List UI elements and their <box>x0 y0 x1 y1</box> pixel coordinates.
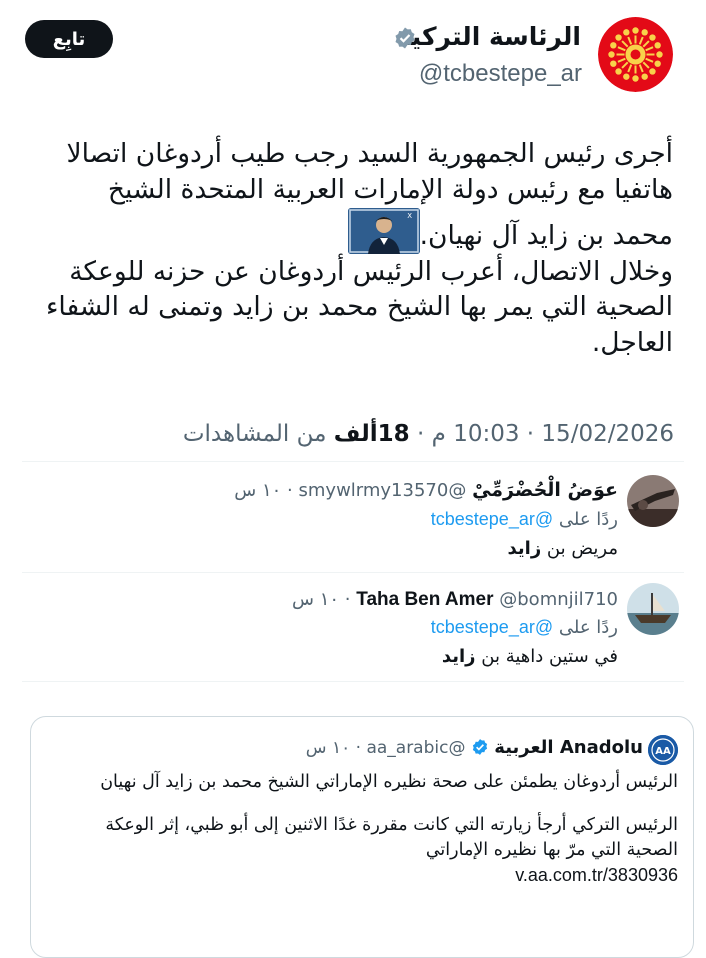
divider <box>22 461 684 462</box>
seal-star <box>623 29 630 36</box>
seal-star <box>615 68 622 75</box>
meta-separator: · <box>344 589 351 610</box>
avatar-text: AA <box>655 746 671 757</box>
reply-time[interactable]: ١٠ س <box>234 480 281 501</box>
tweet-time[interactable]: 10:03 م <box>432 421 520 447</box>
tweet-date[interactable]: 15/02/2026 <box>541 421 674 447</box>
verified-badge-icon <box>472 739 487 755</box>
tweet-line: العاجل. <box>591 327 673 359</box>
quoted-line: الرئيس أردوغان يطمئن على صحة نظيره الإما… <box>100 772 678 792</box>
reply-text-bold: زايد <box>507 538 542 559</box>
replying-to: ردًا على @tcbestepe_ar <box>431 509 618 530</box>
reply-time[interactable]: ١٠ س <box>292 589 339 610</box>
seal-star <box>615 34 622 41</box>
reply-author-name[interactable]: Taha Ben Amer <box>356 589 493 610</box>
reply-author-handle[interactable]: @bomnjil710 <box>499 589 618 610</box>
seal-star <box>649 68 656 75</box>
author-handle[interactable]: @tcbestepe_ar <box>419 60 582 88</box>
meta-separator: · <box>287 480 293 501</box>
quoted-link[interactable]: v.aa.com.tr/3830936 <box>38 863 678 888</box>
reply-text-bold: زايد <box>441 646 476 667</box>
reply-text: في ستين داهية بن زايد <box>442 646 618 667</box>
reply-text-plain: مريض بن <box>541 538 618 559</box>
quoted-line: الصحية التي مرّ بها نظيره الإماراتي <box>425 840 678 860</box>
seal-star <box>649 34 656 41</box>
quoted-tweet-text: الرئيس أردوغان يطمئن على صحة نظيره الإما… <box>38 770 678 888</box>
tweet-line: أجرى رئيس الجمهورية السيد رجب طيب أردوغا… <box>66 138 673 169</box>
tweet-text: أجرى رئيس الجمهورية السيد رجب طيب أردوغا… <box>13 136 673 361</box>
meta-separator: · <box>526 421 535 447</box>
tweet-line: محمد بن زايد آل نهيان. <box>419 219 673 251</box>
verified-badge-icon <box>393 26 417 54</box>
replying-to-label: ردًا على <box>558 617 618 638</box>
reply-author-handle[interactable]: @smywlrmy13570 <box>299 480 467 501</box>
meta-separator: · <box>355 738 362 758</box>
author-name[interactable]: الرئاسة التركية <box>397 22 581 51</box>
replying-to-handle[interactable]: @tcbestepe_ar <box>431 509 553 529</box>
anadolu-logo-icon: AA <box>648 735 678 765</box>
reply-avatar[interactable] <box>627 583 679 635</box>
views-count: 18ألف <box>333 421 410 447</box>
reply-header: عوَضُ الْحُضْرَمِّيْ @smywlrmy13570 · ١٠… <box>234 479 618 501</box>
quoted-tweet-time[interactable]: ١٠ س <box>306 738 350 758</box>
seal-star <box>608 51 615 58</box>
reply-header: Taha Ben Amer @bomnjil710 · ١٠ س <box>292 589 618 611</box>
replying-to: ردًا على @tcbestepe_ar <box>431 617 618 638</box>
seal-star <box>610 42 617 49</box>
quoted-author-avatar[interactable]: AA <box>648 735 678 765</box>
divider <box>22 681 684 682</box>
avatar-image <box>627 583 679 635</box>
follow-button[interactable]: تابِع <box>25 20 113 58</box>
seal-star <box>641 73 648 80</box>
presidential-seal-icon <box>598 17 673 92</box>
seal-star <box>656 51 663 58</box>
avatar-image <box>627 475 679 527</box>
views-label: من المشاهدات <box>182 421 327 447</box>
tweet-meta: 15/02/2026 · 10:03 م · 18ألف من المشاهدا… <box>183 421 674 447</box>
divider <box>22 572 684 573</box>
seal-star <box>641 29 648 36</box>
seal-star <box>610 60 617 67</box>
reply-author-name[interactable]: عوَضُ الْحُضْرَمِّيْ <box>472 479 618 501</box>
seal-star <box>654 42 661 49</box>
author-avatar[interactable] <box>598 17 673 92</box>
seal-star <box>623 73 630 80</box>
reply-text: مريض بن زايد <box>508 538 619 559</box>
tweet-line: الصحية التي يمر بها الشيخ محمد بن زايد و… <box>45 291 673 323</box>
reply-text-plain: في ستين داهية بن <box>475 646 618 667</box>
svg-text:X: X <box>407 212 412 220</box>
meta-separator: · <box>417 421 425 447</box>
quoted-author-handle[interactable]: @aa_arabic <box>366 738 465 758</box>
tweet-line: وخلال الاتصال، أعرب الرئيس أردوغان عن حز… <box>69 255 673 287</box>
quoted-author-name[interactable]: Anadolu العربية <box>494 737 643 758</box>
seal-star <box>632 75 639 82</box>
seal-star <box>654 60 661 67</box>
tweet-line: هاتفيا مع رئيس دولة الإمارات العربية الم… <box>107 173 673 205</box>
tweet-line-with-flag: محمد بن زايد آل نهيان. X <box>13 207 673 254</box>
replying-to-handle[interactable]: @tcbestepe_ar <box>431 617 553 637</box>
replying-to-label: ردًا على <box>558 509 618 530</box>
reply-avatar[interactable] <box>627 475 679 527</box>
portrait-emoji-icon: X <box>347 207 420 254</box>
quoted-tweet-header: Anadolu العربية @aa_arabic · ١٠ س <box>306 737 643 758</box>
seal-star <box>632 27 639 34</box>
quoted-line: الرئيس التركي أرجأ زيارته التي كانت مقرر… <box>105 815 678 835</box>
